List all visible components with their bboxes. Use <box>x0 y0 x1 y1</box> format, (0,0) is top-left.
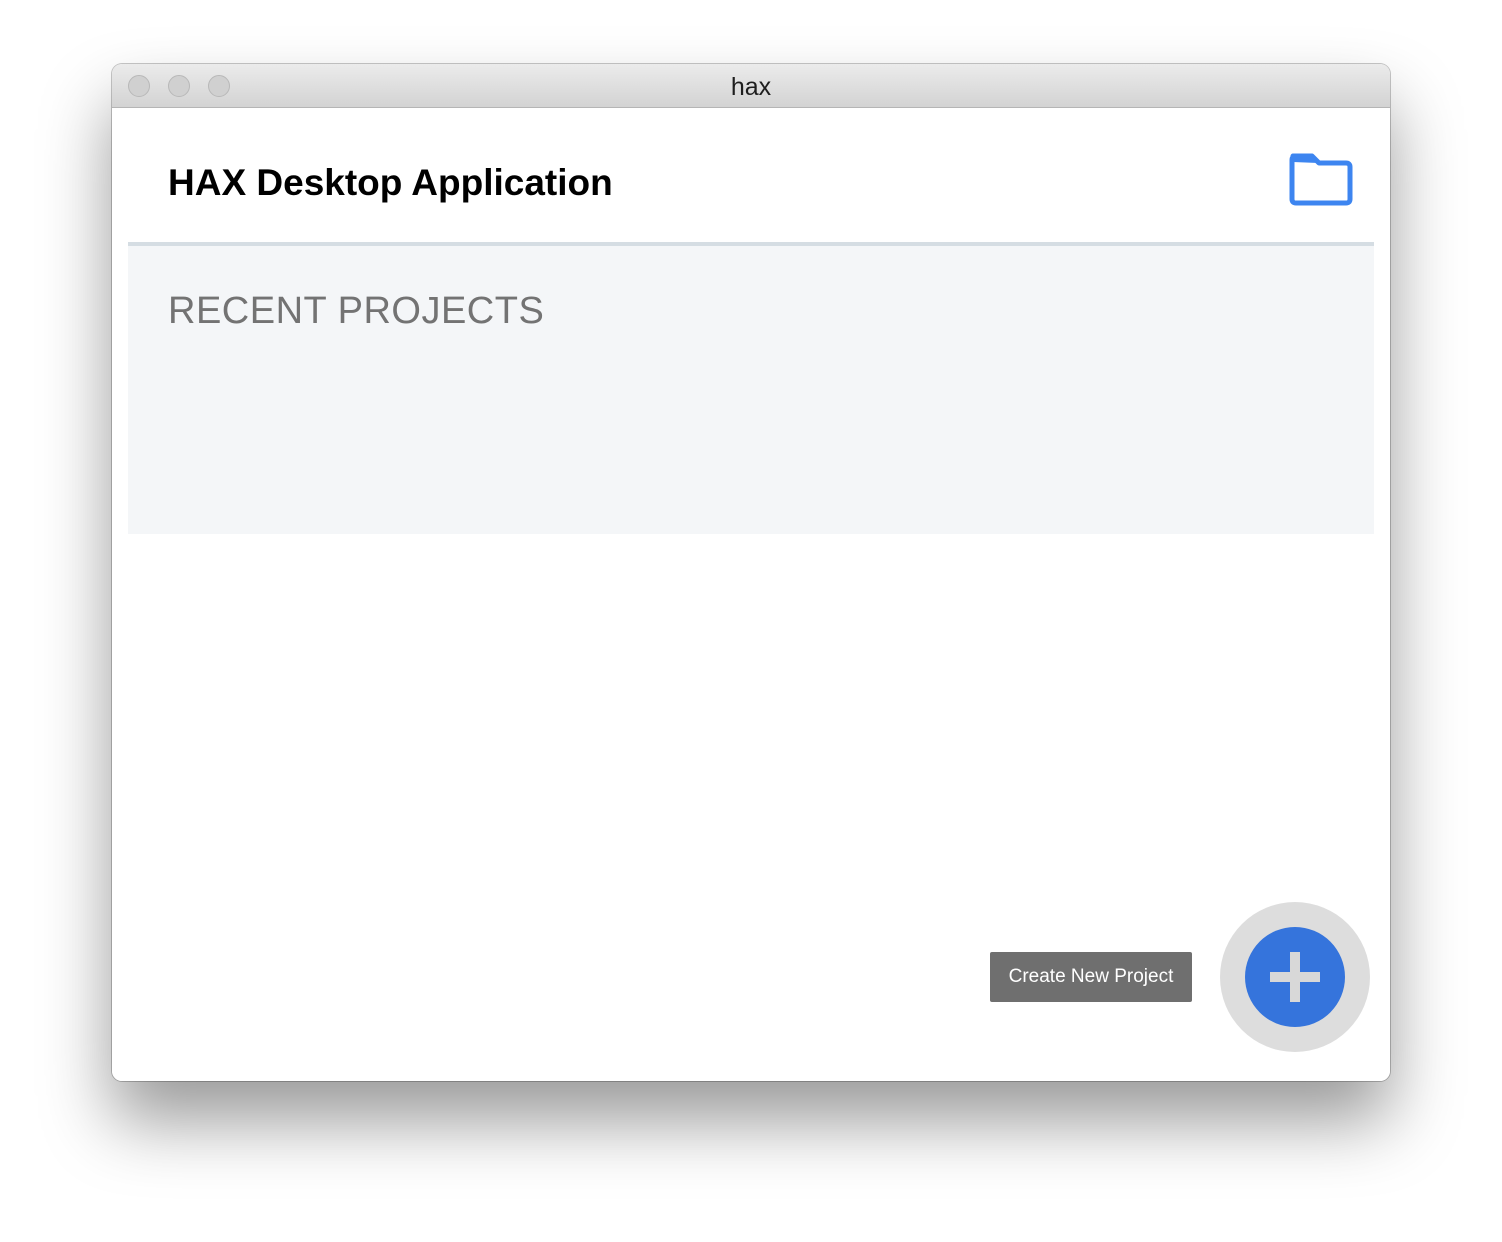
recent-projects-panel: RECENT PROJECTS <box>128 246 1374 534</box>
recent-projects-heading: RECENT PROJECTS <box>168 290 545 332</box>
app-content: HAX Desktop Application RECENT PROJECTS … <box>112 108 1390 1081</box>
create-project-button-halo <box>1220 902 1370 1052</box>
folder-icon <box>1288 153 1354 212</box>
window-title: hax <box>730 73 772 101</box>
create-project-button[interactable] <box>1245 927 1345 1027</box>
page-title: HAX Desktop Application <box>168 162 613 203</box>
app-header: HAX Desktop Application <box>128 108 1374 246</box>
window-titlebar[interactable]: hax <box>112 64 1390 108</box>
open-folder-button[interactable] <box>1288 152 1354 208</box>
create-project-tooltip: Create New Project <box>990 952 1192 1002</box>
plus-icon <box>1270 952 1320 1002</box>
app-window: hax HAX Desktop Application RECENT PROJE… <box>112 64 1390 1081</box>
